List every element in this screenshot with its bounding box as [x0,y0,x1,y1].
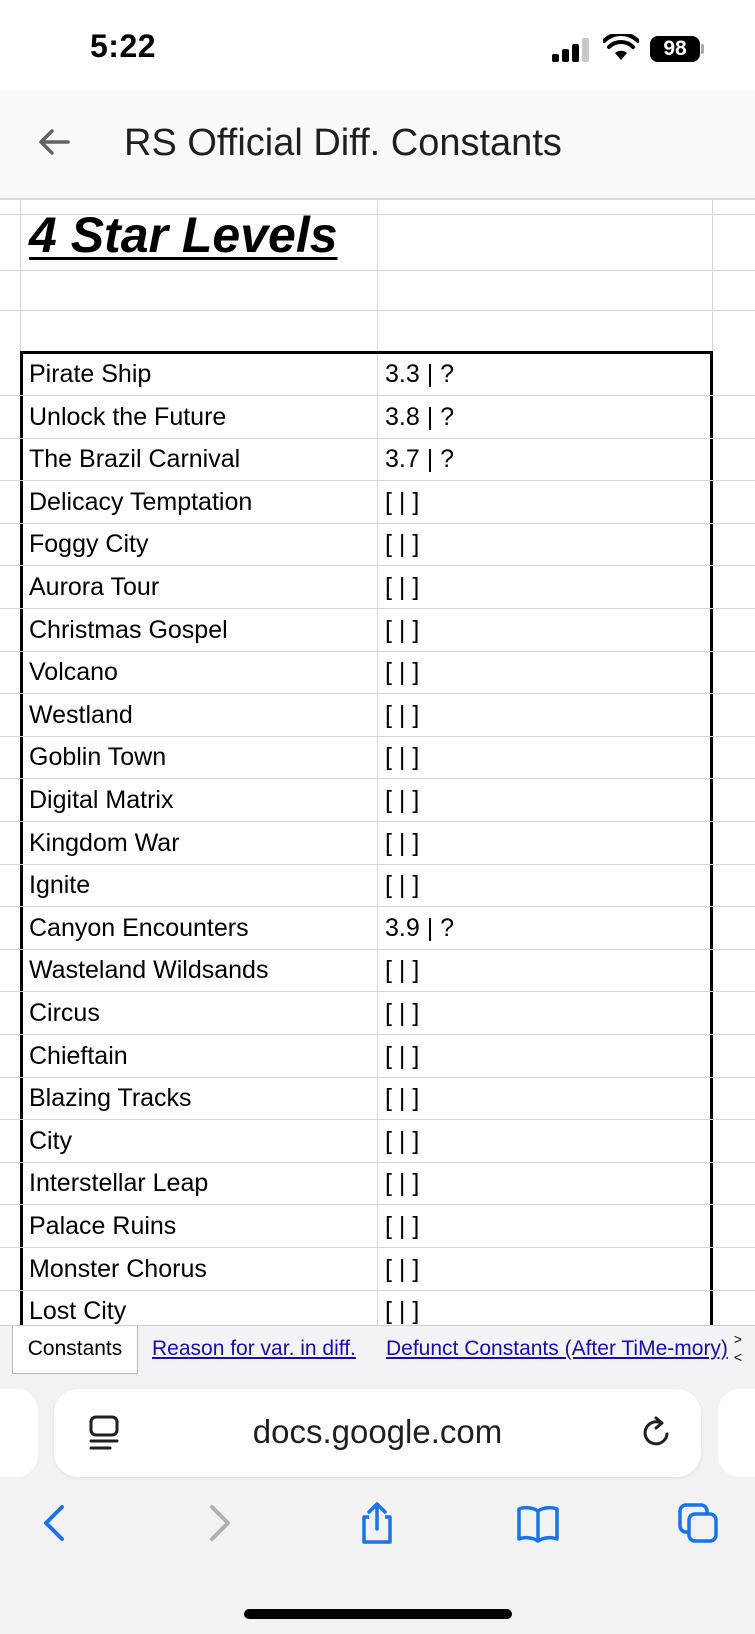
level-name-cell[interactable]: Chieftain [29,1042,128,1071]
status-time: 5:22 [90,28,157,64]
sheet-tabs-bar: Constants Reason for var. in diff. Defun… [0,1325,755,1375]
constant-value-cell[interactable]: [ | ] [385,956,419,985]
constant-value-cell[interactable]: [ | ] [385,786,419,815]
constant-value-cell[interactable]: [ | ] [385,1169,419,1198]
previous-tab-preview[interactable] [0,1389,38,1477]
constant-value-cell[interactable]: [ | ] [385,1255,419,1284]
level-name-cell[interactable]: Delicacy Temptation [29,488,252,517]
table-row[interactable]: Digital Matrix [ | ] [0,779,755,822]
constant-value-cell[interactable]: [ | ] [385,743,419,772]
tab-defunct-constants[interactable]: Defunct Constants (After TiMe-mory) [386,1326,728,1374]
tabs-icon[interactable] [676,1501,720,1545]
app-header: RS Official Diff. Constants [0,90,755,200]
scroll-right-icon[interactable]: > [731,1330,745,1348]
table-row[interactable]: Goblin Town [ | ] [0,736,755,780]
constant-value-cell[interactable]: [ | ] [385,999,419,1028]
sheet-heading: 4 Star Levels [29,207,338,263]
share-icon[interactable] [355,1501,399,1545]
level-name-cell[interactable]: Palace Ruins [29,1212,176,1241]
constant-value-cell[interactable]: [ | ] [385,829,419,858]
level-name-cell[interactable]: City [29,1127,72,1156]
status-bar: 5:22 98 [0,0,755,90]
tab-constants[interactable]: Constants [12,1326,138,1374]
next-tab-preview[interactable] [718,1389,755,1477]
level-name-cell[interactable]: The Brazil Carnival [29,445,240,474]
table-row[interactable]: Blazing Tracks [ | ] [0,1077,755,1121]
home-indicator [244,1609,512,1619]
back-icon[interactable] [34,1501,78,1545]
level-name-cell[interactable]: Unlock the Future [29,403,226,432]
constant-value-cell[interactable]: [ | ] [385,1297,419,1325]
cellular-signal-icon [552,38,590,62]
constant-value-cell[interactable]: 3.9 | ? [385,914,454,943]
table-row[interactable]: Pirate Ship 3.3 | ? [0,353,755,396]
constant-value-cell[interactable]: 3.3 | ? [385,360,454,389]
constant-value-cell[interactable]: [ | ] [385,488,419,517]
table-row[interactable]: Interstellar Leap [ | ] [0,1162,755,1206]
table-row[interactable]: The Brazil Carnival 3.7 | ? [0,438,755,482]
table-row[interactable]: Aurora Tour [ | ] [0,566,755,609]
table-row[interactable]: Ignite [ | ] [0,864,755,908]
tab-reason-for-variation[interactable]: Reason for var. in diff. [152,1326,356,1374]
level-name-cell[interactable]: Pirate Ship [29,360,151,389]
table-row[interactable]: Lost City [ | ] [0,1290,755,1325]
bookmarks-icon[interactable] [516,1501,560,1545]
scroll-left-icon[interactable]: < [731,1348,745,1366]
table-row[interactable]: Palace Ruins [ | ] [0,1205,755,1248]
table-row[interactable]: Westland [ | ] [0,694,755,737]
address-bar[interactable]: docs.google.com [54,1389,701,1477]
constant-value-cell[interactable]: [ | ] [385,1127,419,1156]
level-name-cell[interactable]: Monster Chorus [29,1255,207,1284]
table-row[interactable]: Circus [ | ] [0,992,755,1035]
level-name-cell[interactable]: Wasteland Wildsands [29,956,268,985]
level-name-cell[interactable]: Interstellar Leap [29,1169,208,1198]
table-row[interactable]: Foggy City [ | ] [0,523,755,567]
level-name-cell[interactable]: Circus [29,999,100,1028]
table-row[interactable]: Canyon Encounters 3.9 | ? [0,907,755,950]
url-text: docs.google.com [252,1413,503,1450]
table-row[interactable]: Unlock the Future 3.8 | ? [0,396,755,439]
tab-scroll-controls[interactable]: > < [731,1330,745,1366]
constant-value-cell[interactable]: [ | ] [385,573,419,602]
constant-value-cell[interactable]: 3.7 | ? [385,445,454,474]
level-name-cell[interactable]: Volcano [29,658,118,687]
table-row[interactable]: City [ | ] [0,1120,755,1163]
level-name-cell[interactable]: Christmas Gospel [29,616,228,645]
spreadsheet-grid[interactable]: 4 Star Levels Pirate Ship 3.3 | ? Unlock t… [0,200,755,1325]
browser-toolbar: docs.google.com [0,1375,755,1634]
constant-value-cell[interactable]: [ | ] [385,1084,419,1113]
level-name-cell[interactable]: Lost City [29,1297,126,1325]
level-name-cell[interactable]: Kingdom War [29,829,180,858]
constant-value-cell[interactable]: [ | ] [385,616,419,645]
table-row[interactable]: Kingdom War [ | ] [0,822,755,865]
table-row[interactable]: Chieftain [ | ] [0,1035,755,1078]
constant-value-cell[interactable]: [ | ] [385,530,419,559]
table-row[interactable]: Volcano [ | ] [0,651,755,695]
constant-value-cell[interactable]: 3.8 | ? [385,403,454,432]
battery-level: 98 [650,36,700,62]
level-name-cell[interactable]: Blazing Tracks [29,1084,192,1113]
constant-value-cell[interactable]: [ | ] [385,1212,419,1241]
forward-icon[interactable] [196,1501,240,1545]
constant-value-cell[interactable]: [ | ] [385,658,419,687]
document-title: RS Official Diff. Constants [124,122,562,164]
constant-value-cell[interactable]: [ | ] [385,1042,419,1071]
reload-icon[interactable] [639,1415,675,1451]
level-name-cell[interactable]: Digital Matrix [29,786,173,815]
wifi-icon [603,34,639,60]
level-name-cell[interactable]: Foggy City [29,530,148,559]
constant-value-cell[interactable]: [ | ] [385,701,419,730]
table-row[interactable]: Wasteland Wildsands [ | ] [0,949,755,993]
back-arrow-icon[interactable] [34,122,74,162]
level-name-cell[interactable]: Aurora Tour [29,573,159,602]
table-row[interactable]: Monster Chorus [ | ] [0,1248,755,1291]
level-name-cell[interactable]: Goblin Town [29,743,166,772]
constant-value-cell[interactable]: [ | ] [385,871,419,900]
table-row[interactable]: Christmas Gospel [ | ] [0,609,755,652]
table-row[interactable]: Delicacy Temptation [ | ] [0,481,755,524]
battery-icon: 98 [650,36,704,62]
level-name-cell[interactable]: Westland [29,701,133,730]
level-name-cell[interactable]: Canyon Encounters [29,914,249,943]
level-name-cell[interactable]: Ignite [29,871,90,900]
